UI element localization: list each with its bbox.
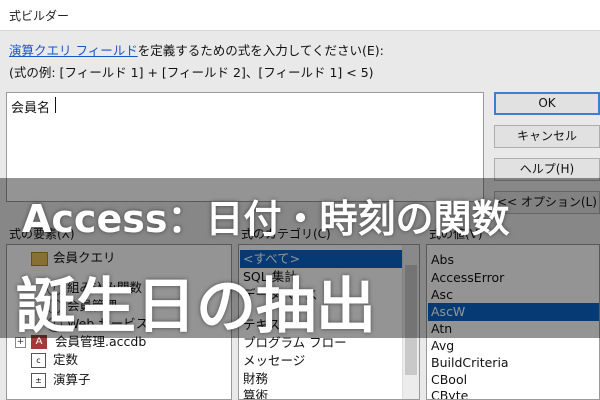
calculated-field-link[interactable]: 演算クエリ フィールド	[9, 43, 138, 58]
instruction-text: 演算クエリ フィールドを定義するための式を入力してください(E): (式の例: …	[9, 40, 384, 84]
instruction-rest: を定義するための式を入力してください(E):	[137, 43, 384, 58]
value-item[interactable]: BuildCriteria	[431, 354, 509, 372]
overlay-title: Access：日付・時刻の関数	[22, 197, 510, 241]
category-item[interactable]: 財務	[243, 370, 268, 388]
category-item[interactable]: 算術	[243, 387, 268, 399]
expression-input-value[interactable]: 会員名	[11, 97, 50, 116]
operator-icon: ±	[31, 373, 46, 388]
expression-example: (式の例: [フィールド 1] + [フィールド 2]、[フィールド 1] < …	[9, 65, 374, 80]
title-bar: 式ビルダー	[0, 0, 600, 31]
category-item[interactable]: メッセージ	[243, 352, 305, 370]
constant-icon: c	[31, 353, 46, 368]
window-title: 式ビルダー	[9, 9, 70, 23]
tree-item-label: 定数	[53, 352, 79, 367]
value-item[interactable]: CByte	[431, 387, 468, 399]
ok-button[interactable]: OK	[494, 92, 600, 115]
cancel-button[interactable]: キャンセル	[494, 125, 600, 148]
tree-item-label: 演算子	[53, 372, 91, 387]
text-caret	[55, 97, 56, 113]
value-item[interactable]: Avg	[431, 337, 454, 355]
overlay-subtitle: 誕生日の抽出	[16, 272, 376, 342]
